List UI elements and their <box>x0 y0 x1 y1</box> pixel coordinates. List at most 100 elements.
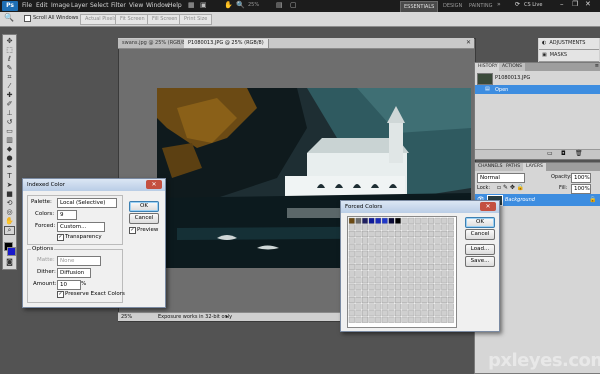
empty-swatch[interactable] <box>361 277 368 284</box>
empty-swatch[interactable] <box>368 283 375 290</box>
empty-swatch[interactable] <box>355 230 362 237</box>
empty-swatch[interactable] <box>388 303 395 310</box>
shape-tool-icon[interactable]: ■ <box>5 191 14 198</box>
empty-swatch[interactable] <box>401 244 408 251</box>
indexed-color-close-icon[interactable]: ✕ <box>146 180 162 189</box>
new-document-icon[interactable]: ▭ <box>547 150 553 157</box>
empty-swatch[interactable] <box>414 283 421 290</box>
eyedropper-tool-icon[interactable]: ⁄ <box>5 83 14 90</box>
empty-swatch[interactable] <box>414 270 421 277</box>
empty-swatch[interactable] <box>361 296 368 303</box>
empty-swatch[interactable] <box>434 316 441 323</box>
scroll-all-windows-checkbox[interactable] <box>24 15 31 22</box>
empty-swatch[interactable] <box>381 316 388 323</box>
empty-swatch[interactable] <box>447 290 454 297</box>
empty-swatch[interactable] <box>408 316 415 323</box>
empty-swatch[interactable] <box>375 296 382 303</box>
empty-swatch[interactable] <box>434 290 441 297</box>
empty-swatch[interactable] <box>408 283 415 290</box>
empty-swatch[interactable] <box>401 310 408 317</box>
empty-swatch[interactable] <box>401 283 408 290</box>
tab-p1080013[interactable]: P1080013.JPG @ 25% (RGB/8) <box>184 39 269 48</box>
empty-swatch[interactable] <box>368 224 375 231</box>
empty-swatch[interactable] <box>427 257 434 264</box>
tab-swans[interactable]: swans.jpg @ 25% (RGB/8) <box>118 39 193 48</box>
empty-swatch[interactable] <box>375 230 382 237</box>
empty-swatch[interactable] <box>348 250 355 257</box>
empty-swatch[interactable] <box>368 290 375 297</box>
empty-swatch[interactable] <box>395 257 402 264</box>
empty-swatch[interactable] <box>388 283 395 290</box>
empty-swatch[interactable] <box>375 316 382 323</box>
empty-swatch[interactable] <box>414 244 421 251</box>
empty-swatch[interactable] <box>375 237 382 244</box>
empty-swatch[interactable] <box>388 296 395 303</box>
cs-live[interactable]: CS Live <box>524 2 542 8</box>
empty-swatch[interactable] <box>414 237 421 244</box>
empty-swatch[interactable] <box>361 244 368 251</box>
empty-swatch[interactable] <box>434 257 441 264</box>
forced-color-swatch[interactable] <box>375 217 382 224</box>
hand-tool-icon-2[interactable]: ✋ <box>5 218 14 225</box>
forced-ok-button[interactable]: OK <box>465 217 495 228</box>
empty-swatch[interactable] <box>447 303 454 310</box>
empty-swatch[interactable] <box>381 244 388 251</box>
menu-edit[interactable]: Edit <box>36 2 48 9</box>
empty-swatch[interactable] <box>395 316 402 323</box>
fill-field[interactable]: 100% <box>571 184 591 194</box>
screen-mode-icon[interactable]: ▢ <box>290 1 297 9</box>
empty-swatch[interactable] <box>381 296 388 303</box>
empty-swatch[interactable] <box>361 290 368 297</box>
empty-swatch[interactable] <box>401 217 408 224</box>
empty-swatch[interactable] <box>381 310 388 317</box>
empty-swatch[interactable] <box>401 230 408 237</box>
empty-swatch[interactable] <box>408 244 415 251</box>
menu-view[interactable]: View <box>129 2 143 9</box>
tab-layers[interactable]: LAYERS <box>523 163 546 171</box>
type-tool-icon[interactable]: T <box>5 173 14 180</box>
empty-swatch[interactable] <box>408 277 415 284</box>
empty-swatch[interactable] <box>414 296 421 303</box>
empty-swatch[interactable] <box>447 217 454 224</box>
empty-swatch[interactable] <box>421 230 428 237</box>
empty-swatch[interactable] <box>368 316 375 323</box>
hand-tool-icon[interactable]: ✋ <box>224 1 233 9</box>
empty-swatch[interactable] <box>447 237 454 244</box>
empty-swatch[interactable] <box>368 270 375 277</box>
tab-actions[interactable]: ACTIONS <box>499 63 525 71</box>
empty-swatch[interactable] <box>368 310 375 317</box>
empty-swatch[interactable] <box>441 270 448 277</box>
status-menu-arrow-icon[interactable]: ▸ <box>226 313 229 321</box>
empty-swatch[interactable] <box>441 250 448 257</box>
empty-swatch[interactable] <box>395 296 402 303</box>
empty-swatch[interactable] <box>414 290 421 297</box>
empty-swatch[interactable] <box>434 217 441 224</box>
empty-swatch[interactable] <box>361 257 368 264</box>
empty-swatch[interactable] <box>421 290 428 297</box>
snapshot-thumbnail[interactable] <box>477 73 493 85</box>
empty-swatch[interactable] <box>368 244 375 251</box>
empty-swatch[interactable] <box>401 296 408 303</box>
new-snapshot-icon[interactable]: ◘ <box>561 150 566 157</box>
empty-swatch[interactable] <box>388 244 395 251</box>
opacity-field[interactable]: 100% <box>571 173 591 183</box>
empty-swatch[interactable] <box>427 316 434 323</box>
empty-swatch[interactable] <box>408 224 415 231</box>
empty-swatch[interactable] <box>401 290 408 297</box>
empty-swatch[interactable] <box>348 224 355 231</box>
empty-swatch[interactable] <box>447 230 454 237</box>
empty-swatch[interactable] <box>368 257 375 264</box>
empty-swatch[interactable] <box>375 283 382 290</box>
fit-screen-button[interactable]: Fit Screen <box>115 14 150 25</box>
empty-swatch[interactable] <box>348 277 355 284</box>
empty-swatch[interactable] <box>421 277 428 284</box>
indexed-ok-button[interactable]: OK <box>129 201 159 212</box>
indexed-cancel-button[interactable]: Cancel <box>129 213 159 224</box>
empty-swatch[interactable] <box>375 224 382 231</box>
empty-swatch[interactable] <box>427 264 434 271</box>
empty-swatch[interactable] <box>368 303 375 310</box>
empty-swatch[interactable] <box>434 264 441 271</box>
empty-swatch[interactable] <box>381 250 388 257</box>
empty-swatch[interactable] <box>434 230 441 237</box>
empty-swatch[interactable] <box>348 316 355 323</box>
